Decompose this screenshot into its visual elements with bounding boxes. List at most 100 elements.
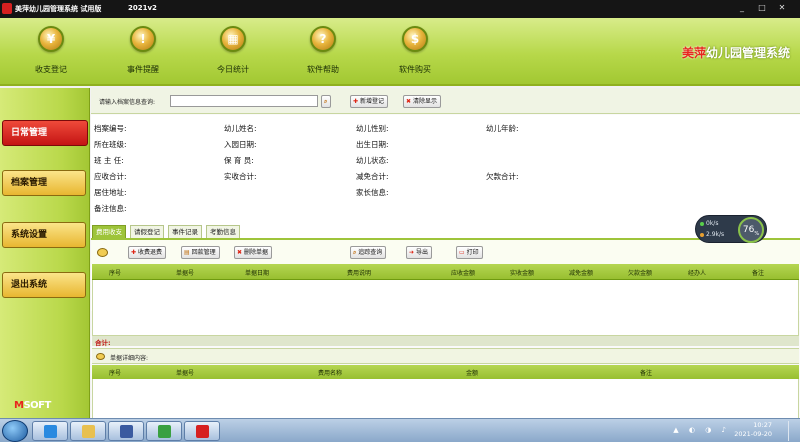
printer-icon: ▭ [459, 249, 465, 256]
upload-icon [700, 222, 704, 226]
delete-receipt-button[interactable]: ✖ 删除单据 [234, 246, 273, 259]
search-button[interactable]: ⌕ [321, 95, 332, 108]
start-button[interactable] [2, 420, 28, 442]
minimize-button[interactable]: _ [736, 2, 748, 14]
field-enroll-date: 入园日期: [224, 140, 257, 149]
left-nav: 日常管理 档案管理 系统设置 退出系统 MSOFT [0, 88, 90, 418]
window-title: 美萍幼儿园管理系统 试用版 [15, 5, 102, 13]
search-bar: 请输入档案信息查询: ⌕ ✚ 新增登记 ✖ 清除显示 [91, 88, 800, 114]
nav-system-settings[interactable]: 系统设置 [2, 222, 86, 248]
field-child-name: 幼儿姓名: [224, 124, 257, 133]
column-header: 单据号 [176, 270, 195, 277]
detail-table-body[interactable] [92, 379, 799, 418]
toolbar-button-reminder[interactable]: ! 事件提醒 [108, 24, 178, 82]
ledger-icon: ¥ [38, 26, 64, 52]
panel-icon [96, 353, 105, 360]
tab-attendance[interactable]: 考勤信息 [206, 225, 240, 238]
field-received-total: 实收合计: [224, 172, 257, 181]
clock[interactable]: 10:27 2021-09-20 [734, 421, 772, 439]
add-record-button[interactable]: ✚ 新增登记 [350, 95, 389, 108]
field-parent-info: 家长信息: [356, 188, 389, 197]
taskbar-explorer[interactable] [70, 421, 106, 441]
collect-fee-button[interactable]: ✚ 收费退费 [128, 246, 167, 259]
download-icon [700, 233, 704, 237]
tab-strip: 费用收支 请假登记 事件记录 考勤信息 [91, 224, 800, 238]
column-header: 备注 [640, 370, 653, 377]
app-icon [120, 425, 133, 438]
cart-icon: $ [402, 26, 428, 52]
track-query-button[interactable]: ⌕ 追踪查询 [350, 246, 387, 259]
toolbar-button-help[interactable]: ? 软件帮助 [288, 24, 358, 82]
calendar-icon: ▦ [220, 26, 246, 52]
column-header: 费用名称 [318, 370, 343, 377]
column-header: 单据日期 [245, 270, 270, 277]
nav-records-management[interactable]: 档案管理 [2, 170, 86, 196]
tab-events[interactable]: 事件记录 [168, 225, 202, 238]
nav-exit-system[interactable]: 退出系统 [2, 272, 86, 298]
column-header: 序号 [109, 270, 122, 277]
field-address: 居住地址: [94, 188, 127, 197]
field-birth-date: 出生日期: [356, 140, 389, 149]
detail-title: 单据详细内容: [110, 355, 149, 362]
close-icon: ✖ [406, 98, 412, 105]
clear-display-button[interactable]: ✖ 清除显示 [403, 95, 442, 108]
app-icon [196, 425, 209, 438]
folder-icon: ▤ [184, 249, 190, 256]
tab-fees[interactable]: 费用收支 [92, 225, 126, 238]
taskbar: ▲ ◐ ◑ ♪ 10:27 2021-09-20 [0, 418, 800, 442]
close-button[interactable]: ✕ [776, 2, 788, 14]
arrow-right-icon: ➜ [409, 249, 415, 256]
toolbar-button-income[interactable]: ¥ 收支登记 [16, 24, 86, 82]
toolbar-button-purchase[interactable]: $ 软件购买 [380, 24, 450, 82]
show-desktop-button[interactable] [788, 421, 798, 441]
toolbar-button-stats[interactable]: ▦ 今日统计 [198, 24, 268, 82]
field-nurse: 保 育 员: [224, 156, 254, 165]
download-speed: 2.9k/s [706, 231, 725, 238]
field-discount-total: 减免合计: [356, 172, 389, 181]
maximize-button[interactable]: □ [756, 2, 768, 14]
receipt-management-button[interactable]: ▤ 回款管理 [181, 246, 220, 259]
bell-icon: ! [130, 26, 156, 52]
toolbar-label: 事件提醒 [127, 65, 159, 74]
panel-icon [97, 248, 108, 257]
column-header: 备注 [752, 270, 765, 277]
print-button[interactable]: ▭ 打印 [456, 246, 483, 259]
search-label: 请输入档案信息查询: [99, 99, 156, 106]
app-icon [158, 425, 171, 438]
network-speed-widget[interactable]: 0k/s 2.9k/s 76% [695, 215, 767, 243]
column-header: 减免金额 [569, 270, 594, 277]
app-icon [2, 3, 12, 14]
plus-icon: ✚ [131, 249, 137, 256]
column-header: 应收金额 [451, 270, 476, 277]
brand-title: 美萍幼儿园管理系统 [682, 44, 790, 61]
total-row: 合计: [92, 335, 799, 347]
taskbar-app-2[interactable] [146, 421, 182, 441]
plus-icon: ✚ [353, 98, 359, 105]
export-button[interactable]: ➜ 导出 [406, 246, 433, 259]
brand-suffix: 幼儿园管理系统 [705, 46, 790, 60]
taskbar-app-1[interactable] [108, 421, 144, 441]
search-icon: ⌕ [353, 249, 357, 256]
tab-leave[interactable]: 请假登记 [130, 225, 164, 238]
field-child-gender: 幼儿性别: [356, 124, 389, 133]
folder-icon [82, 425, 95, 438]
action-bar: ✚ 收费退费 ▤ 回款管理 ✖ 删除单据 ⌕ 追踪查询 ➜ 导出 ▭ 打印 [91, 238, 800, 264]
brand-name: 美萍 [681, 46, 706, 60]
fee-table-body[interactable] [92, 280, 799, 335]
total-label: 合计: [95, 339, 111, 347]
fee-table-header: 序号 单据号 单据日期 费用说明 应收金额 实收金额 减免金额 欠款金额 经办人… [92, 264, 799, 280]
column-header: 金额 [466, 370, 479, 377]
search-input[interactable] [170, 95, 318, 107]
taskbar-kindergarten-app[interactable] [184, 421, 220, 441]
system-tray[interactable]: ▲ ◐ ◑ ♪ [673, 426, 730, 434]
column-header: 欠款金额 [628, 270, 653, 277]
memory-usage-gauge: 76% [738, 217, 764, 243]
toolbar-label: 收支登记 [35, 65, 67, 74]
taskbar-ie[interactable] [32, 421, 68, 441]
nav-daily-management[interactable]: 日常管理 [2, 120, 88, 146]
detail-table-header: 序号 单据号 费用名称 金额 备注 [92, 365, 799, 379]
column-header: 实收金额 [510, 270, 535, 277]
column-header: 费用说明 [347, 270, 372, 277]
field-record-no: 档案编号: [94, 124, 127, 133]
field-receivable-total: 应收合计: [94, 172, 127, 181]
